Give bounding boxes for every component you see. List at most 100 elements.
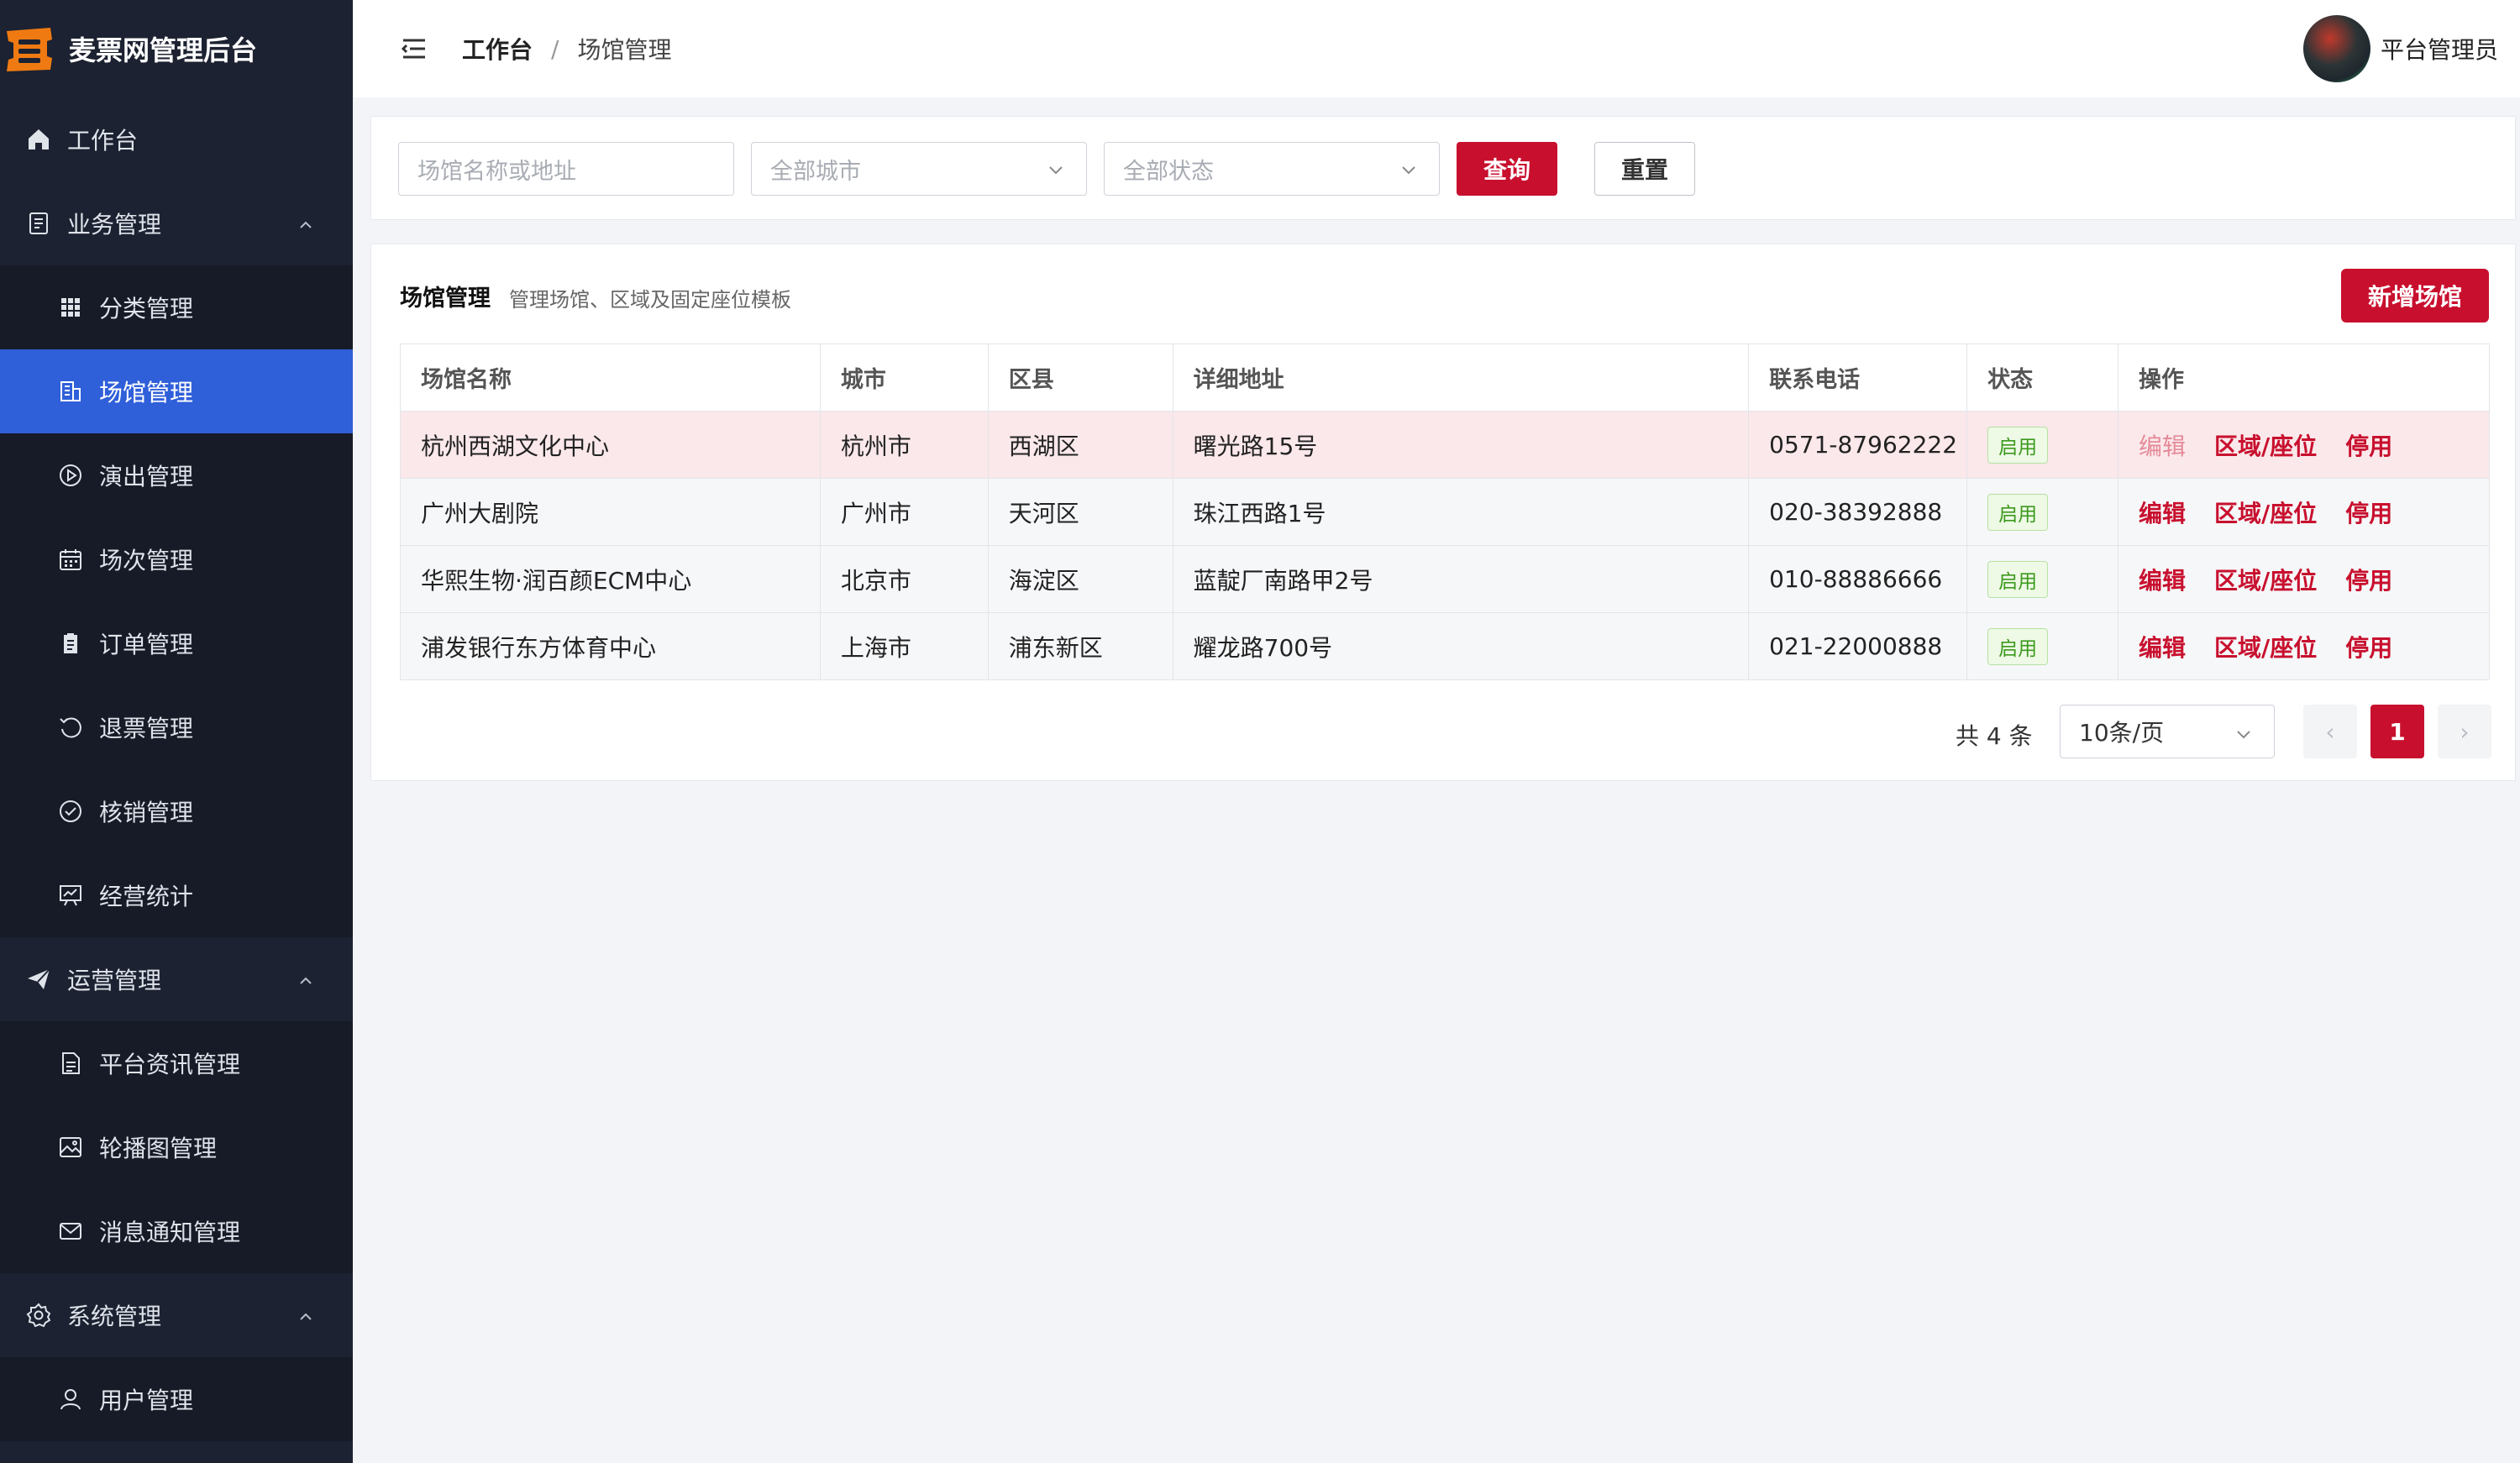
venue-search-input[interactable]: 场馆名称或地址 bbox=[398, 142, 734, 196]
sidebar-item-banner[interactable]: 轮播图管理 bbox=[0, 1105, 353, 1189]
sidebar-item-label: 运营管理 bbox=[67, 967, 162, 994]
edit-link[interactable]: 编辑 bbox=[2139, 433, 2186, 460]
sidebar-menu: 工作台业务管理分类管理 场馆管理演出管理场次管理订单管理退票管理 核销管理经营统计运… bbox=[0, 97, 353, 1441]
sidebar-item-label: 消息通知管理 bbox=[99, 1219, 241, 1246]
brand[interactable]: 麦票网管理后台 bbox=[0, 0, 353, 97]
sidebar-item-refund[interactable]: 退票管理 bbox=[0, 685, 353, 769]
sidebar: 麦票网管理后台 工作台业务管理分类管理 场馆管理演出管理场次管理订单管理退票管理核… bbox=[0, 0, 353, 1463]
mail-icon bbox=[57, 1218, 84, 1245]
sidebar-item-stats[interactable]: 经营统计 bbox=[0, 853, 353, 937]
breadcrumb-current: 场馆管理 bbox=[577, 36, 672, 64]
sidebar-item-notice[interactable]: 消息通知管理 bbox=[0, 1189, 353, 1273]
breadcrumb-root[interactable]: 工作台 bbox=[462, 32, 533, 66]
cell-phone: 010-88886666 bbox=[1748, 545, 1968, 613]
sidebar-item-label: 工作台 bbox=[67, 127, 139, 155]
sidebar-item-session[interactable]: 场次管理 bbox=[0, 517, 353, 601]
chevron-up-icon[interactable] bbox=[296, 969, 316, 989]
disable-link[interactable]: 停用 bbox=[2345, 500, 2392, 527]
menu-fold-icon[interactable] bbox=[400, 34, 428, 63]
sidebar-item-user[interactable]: 用户管理 bbox=[0, 1357, 353, 1441]
play-circle-icon bbox=[57, 462, 84, 489]
user-name[interactable]: 平台管理员 bbox=[2381, 32, 2498, 66]
sidebar-item-label: 用户管理 bbox=[99, 1387, 194, 1414]
query-button[interactable]: 查询 bbox=[1457, 142, 1557, 196]
total-count: 共 4 条 bbox=[1956, 722, 2033, 750]
edit-link[interactable]: 编辑 bbox=[2139, 567, 2186, 595]
building-icon bbox=[57, 378, 84, 405]
add-venue-button[interactable]: 新增场馆 bbox=[2341, 269, 2489, 322]
sidebar-item-ops[interactable]: 运营管理 bbox=[0, 937, 353, 1021]
sidebar-item-label: 业务管理 bbox=[67, 211, 162, 239]
cell-address: 蓝靛厂南路甲2号 bbox=[1172, 545, 1750, 613]
table-row[interactable]: 华熙生物·润百颜ECM中心 北京市 海淀区 蓝靛厂南路甲2号 010-88886666 启… bbox=[400, 545, 2490, 613]
chevron-up-icon[interactable] bbox=[296, 213, 316, 233]
disable-link[interactable]: 停用 bbox=[2345, 634, 2392, 662]
column-header: 操作 bbox=[2118, 343, 2490, 412]
sidebar-item-label: 演出管理 bbox=[99, 463, 194, 490]
sidebar-item-verify[interactable]: 核销管理 bbox=[0, 769, 353, 853]
sidebar-item-label: 订单管理 bbox=[99, 631, 194, 658]
city-select[interactable]: 全部城市 bbox=[751, 142, 1087, 196]
file-text-icon bbox=[57, 1050, 84, 1077]
table-row[interactable]: 浦发银行东方体育中心 上海市 浦东新区 耀龙路700号 021-22000888 启用 编辑… bbox=[400, 612, 2490, 680]
status-select-value: 全部状态 bbox=[1123, 158, 1214, 185]
zones-seats-link[interactable]: 区域/座位 bbox=[2214, 567, 2317, 595]
edit-link[interactable]: 编辑 bbox=[2139, 634, 2186, 662]
cell-city: 杭州市 bbox=[819, 411, 989, 479]
cell-venue-name: 浦发银行东方体育中心 bbox=[400, 612, 821, 680]
cell-district: 天河区 bbox=[987, 478, 1173, 546]
zones-seats-link[interactable]: 区域/座位 bbox=[2214, 634, 2317, 662]
top-header: 工作台 / 场馆管理 平台管理员 bbox=[353, 0, 2520, 97]
edit-link[interactable]: 编辑 bbox=[2139, 500, 2186, 527]
sidebar-item-workbench[interactable]: 工作台 bbox=[0, 97, 353, 181]
pagination: 共 4 条 10条/页 ‹ 1 › bbox=[371, 703, 2517, 762]
reset-button[interactable]: 重置 bbox=[1594, 142, 1695, 196]
sidebar-item-system[interactable]: 系统管理 bbox=[0, 1273, 353, 1357]
user-menu[interactable]: 平台管理员 bbox=[2302, 15, 2498, 82]
ticket-logo-icon bbox=[3, 23, 55, 75]
zones-seats-link[interactable]: 区域/座位 bbox=[2214, 500, 2317, 527]
refresh-icon bbox=[57, 714, 84, 741]
clipboard-icon bbox=[57, 630, 84, 657]
gear-icon bbox=[25, 1302, 52, 1329]
disable-link[interactable]: 停用 bbox=[2345, 567, 2392, 595]
status-select[interactable]: 全部状态 bbox=[1104, 142, 1440, 196]
disable-link[interactable]: 停用 bbox=[2345, 433, 2392, 460]
sidebar-item-show[interactable]: 演出管理 bbox=[0, 433, 353, 517]
table-row[interactable]: 杭州西湖文化中心 杭州市 西湖区 曙光路15号 0571-87962222 启用 编辑 区域/… bbox=[400, 411, 2490, 479]
status-badge: 启用 bbox=[1987, 627, 2049, 665]
cell-actions: 编辑 区域/座位 停用 bbox=[2118, 478, 2490, 546]
sidebar-item-news[interactable]: 平台资讯管理 bbox=[0, 1021, 353, 1105]
column-header: 详细地址 bbox=[1172, 343, 1750, 412]
cell-district: 海淀区 bbox=[987, 545, 1173, 613]
home-icon bbox=[25, 126, 52, 153]
page-size-select[interactable]: 10条/页 bbox=[2060, 705, 2275, 758]
brand-title: 麦票网管理后台 bbox=[69, 34, 258, 66]
status-badge: 启用 bbox=[1987, 426, 2049, 464]
prev-page-button[interactable]: ‹ bbox=[2303, 705, 2357, 758]
page-number-current[interactable]: 1 bbox=[2370, 705, 2424, 758]
sidebar-item-label: 平台资讯管理 bbox=[99, 1051, 241, 1078]
venue-table: 场馆名称 城市 区县 详细地址 联系电话 状态 操作 杭州西湖文化中心 杭州市 西湖… bbox=[400, 343, 2490, 680]
next-page-button[interactable]: › bbox=[2438, 705, 2491, 758]
sidebar-item-business[interactable]: 业务管理 bbox=[0, 181, 353, 265]
cell-status: 启用 bbox=[1966, 411, 2119, 479]
avatar[interactable] bbox=[2302, 15, 2370, 82]
chevron-up-icon[interactable] bbox=[296, 1305, 316, 1325]
cell-venue-name: 广州大剧院 bbox=[400, 478, 821, 546]
sidebar-item-label: 经营统计 bbox=[99, 883, 194, 910]
cell-city: 北京市 bbox=[819, 545, 989, 613]
panel-title: 场馆管理 bbox=[400, 286, 491, 312]
zones-seats-link[interactable]: 区域/座位 bbox=[2214, 433, 2317, 460]
city-select-value: 全部城市 bbox=[770, 158, 861, 185]
sidebar-item-category[interactable]: 分类管理 bbox=[0, 265, 353, 349]
cell-venue-name: 杭州西湖文化中心 bbox=[400, 411, 821, 479]
cell-address: 珠江西路1号 bbox=[1172, 478, 1750, 546]
venue-panel: 场馆管理 管理场馆、区域及固定座位模板 新增场馆 场馆名称 城市 区县 详细地址… bbox=[370, 244, 2516, 781]
sidebar-item-venue[interactable]: 场馆管理 bbox=[0, 349, 353, 433]
table-row[interactable]: 广州大剧院 广州市 天河区 珠江西路1号 020-38392888 启用 编辑 区域/座位 停用 bbox=[400, 478, 2490, 546]
sidebar-item-order[interactable]: 订单管理 bbox=[0, 601, 353, 685]
cell-actions: 编辑 区域/座位 停用 bbox=[2118, 545, 2490, 613]
chevron-down-icon bbox=[1046, 160, 1066, 180]
cell-actions: 编辑 区域/座位 停用 bbox=[2118, 411, 2490, 479]
